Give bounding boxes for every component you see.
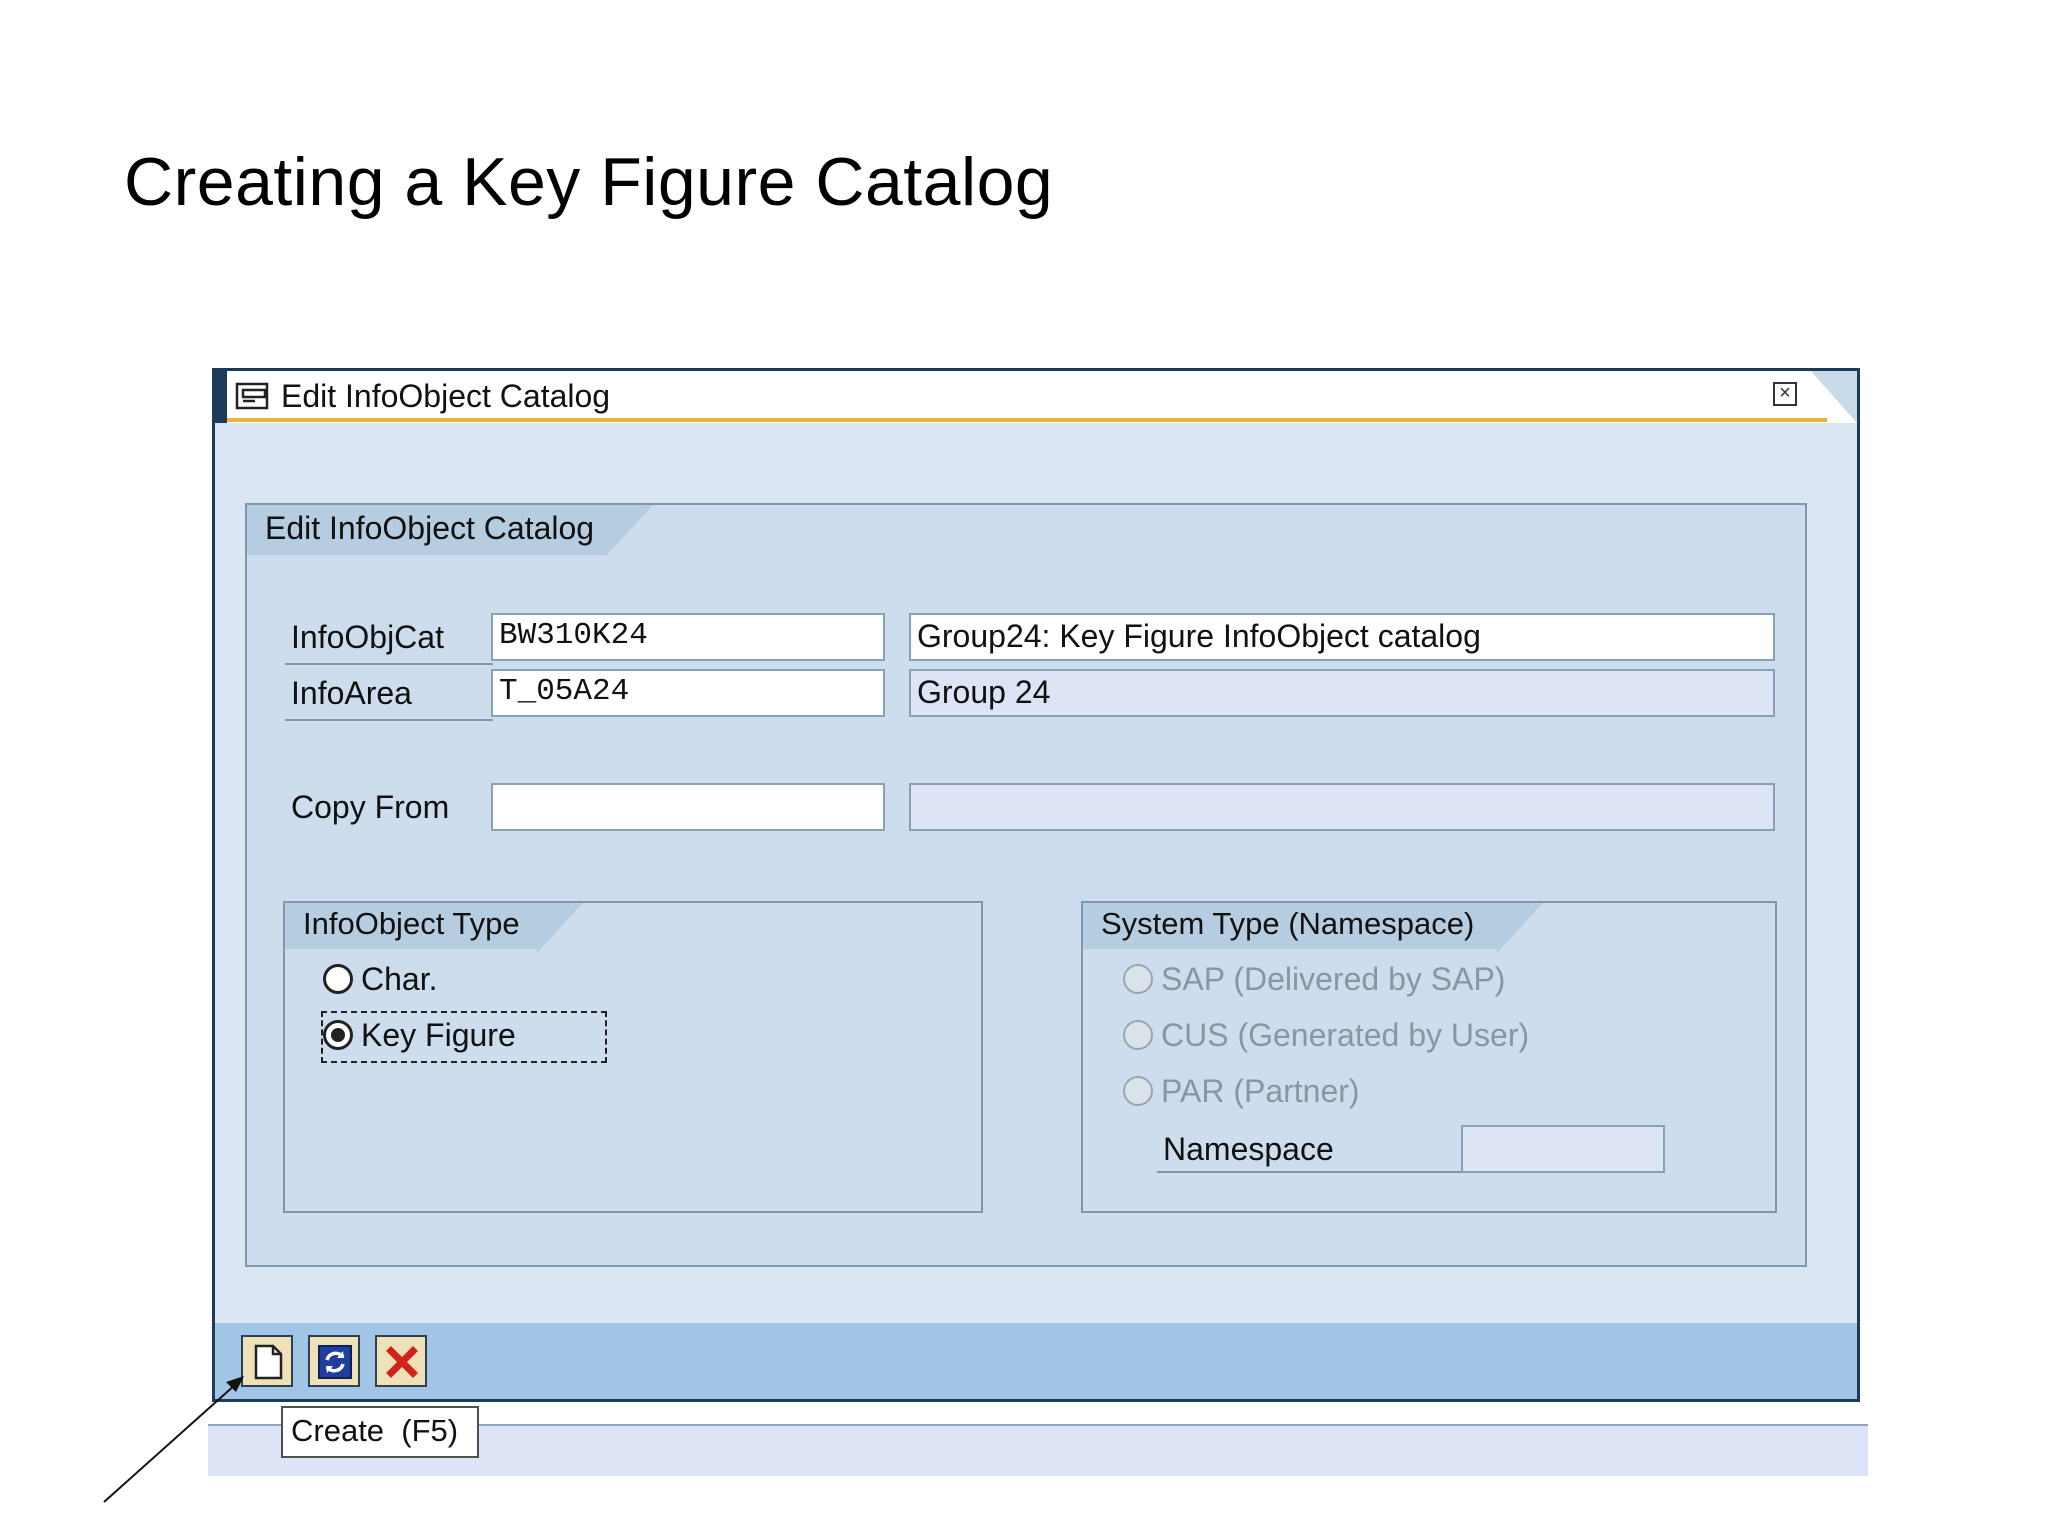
pointer-arrow xyxy=(103,1376,244,1503)
